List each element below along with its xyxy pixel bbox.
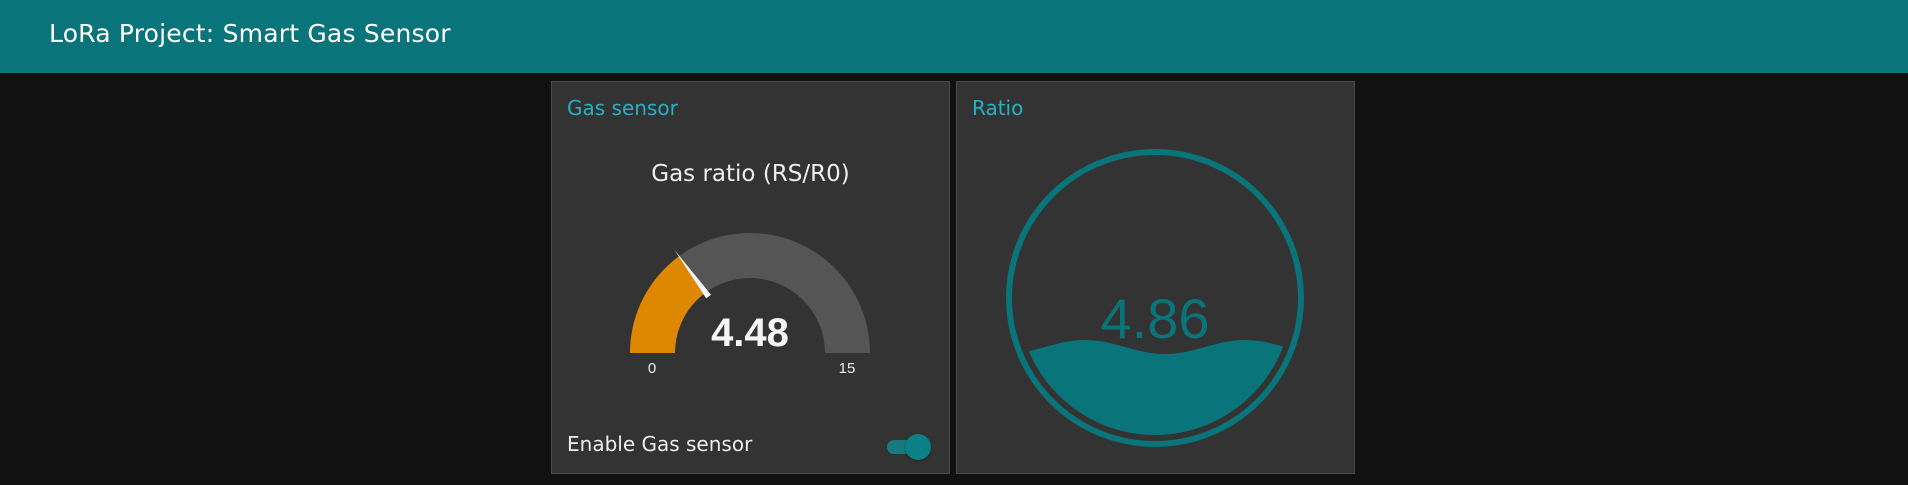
enable-gas-sensor-label: Enable Gas sensor <box>567 432 753 456</box>
ratio-liquid-gauge: 4.86 4.86 <box>1006 149 1304 447</box>
gas-ratio-gauge: 4.48 0 15 <box>630 233 870 377</box>
liquid-value-outside: 4.86 <box>1101 287 1210 350</box>
enable-gas-sensor-toggle[interactable] <box>887 434 931 460</box>
gauge-max-label: 15 <box>839 360 856 377</box>
gauge-min-label: 0 <box>648 360 656 377</box>
ratio-card: Ratio 4.86 4.86 <box>956 81 1355 474</box>
liquid-wave-fill <box>1018 340 1292 435</box>
gauge-value: 4.48 <box>711 311 789 355</box>
app-title: LoRa Project: Smart Gas Sensor <box>49 19 451 48</box>
app-header: LoRa Project: Smart Gas Sensor <box>0 0 1908 73</box>
toggle-thumb[interactable] <box>905 434 931 460</box>
gas-sensor-card: Gas sensor Gas ratio (RS/R0) 4.48 0 15 E… <box>551 81 950 474</box>
